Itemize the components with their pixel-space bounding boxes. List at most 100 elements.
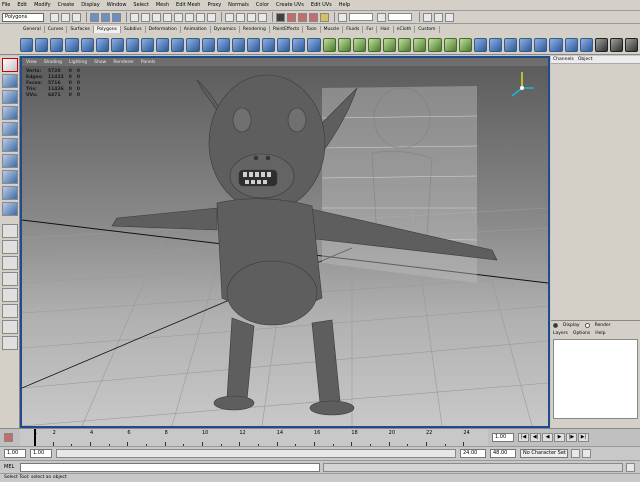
mask-surfaces-icon[interactable] — [163, 12, 172, 22]
menu-edit-uvs[interactable]: Edit UVs — [311, 2, 332, 8]
extrude-icon[interactable] — [322, 37, 336, 52]
scene-view[interactable] — [22, 58, 548, 426]
animation-preferences-icon[interactable] — [4, 433, 13, 442]
shelf-tab-general[interactable]: General — [20, 26, 45, 33]
channel-list[interactable] — [551, 64, 640, 320]
snap-plane-icon[interactable] — [258, 12, 267, 22]
two-pane-layout-icon[interactable] — [2, 304, 18, 318]
boolean-union-icon[interactable] — [277, 37, 291, 52]
shelf-tab-surfaces[interactable]: Surfaces — [67, 26, 94, 33]
auto-key-icon[interactable] — [571, 449, 580, 458]
animation-start-field[interactable]: 1.00 — [4, 449, 26, 458]
render-settings-icon[interactable] — [320, 12, 329, 22]
shelf-tab-deformation[interactable]: Deformation — [146, 26, 181, 33]
outliner-layout-icon[interactable] — [2, 336, 18, 350]
bridge-icon[interactable] — [337, 37, 351, 52]
current-time-marker[interactable] — [34, 429, 36, 447]
menu-select[interactable]: Select — [133, 2, 148, 8]
mask-rendering-icon[interactable] — [196, 12, 205, 22]
offset-edge-loop-icon[interactable] — [413, 37, 427, 52]
shelf-tab-hair[interactable]: Hair — [377, 26, 394, 33]
command-language-label[interactable]: MEL — [4, 464, 14, 470]
viewport-menu-panels[interactable]: Panels — [141, 60, 155, 65]
planar-mapping-icon[interactable] — [534, 37, 548, 52]
playback-end-field[interactable]: 24.00 — [460, 449, 486, 458]
step-forward-key-button[interactable]: |▶ — [566, 433, 577, 442]
poly-sphere-icon[interactable] — [20, 37, 34, 52]
input-mode-icon[interactable] — [338, 12, 347, 22]
viewport-canvas[interactable]: View Shading Lighting Show Renderer Panels Ve… — [22, 58, 548, 426]
select-tool-icon[interactable] — [2, 58, 18, 72]
uv-editor-icon[interactable] — [519, 37, 533, 52]
persp-outliner-layout-icon[interactable] — [2, 256, 18, 270]
poke-face-icon[interactable] — [428, 37, 442, 52]
shelf-tab-custom[interactable]: Custom — [415, 26, 440, 33]
viewport-menu-lighting[interactable]: Lighting — [69, 60, 87, 65]
menu-help[interactable]: Help — [339, 2, 350, 8]
mask-curves-icon[interactable] — [152, 12, 161, 22]
three-pane-layout-icon[interactable] — [2, 320, 18, 334]
new-scene-icon[interactable] — [50, 12, 59, 22]
poly-platonic-icon[interactable] — [186, 37, 200, 52]
poly-torus-icon[interactable] — [95, 37, 109, 52]
menu-normals[interactable]: Normals — [228, 2, 249, 8]
move-tool-icon[interactable] — [2, 106, 18, 120]
shelf-tab-dynamics[interactable]: Dynamics — [211, 26, 240, 33]
ipr-render-icon[interactable] — [309, 12, 318, 22]
menu-display[interactable]: Display — [81, 2, 99, 8]
select-hierarchy-icon[interactable] — [90, 12, 99, 22]
shelf-tab-fluids[interactable]: Fluids — [343, 26, 364, 33]
character-set-dropdown[interactable]: No Character Set — [520, 449, 568, 458]
poly-prism-icon[interactable] — [110, 37, 124, 52]
view-axis-gizmo[interactable] — [511, 72, 534, 97]
command-input[interactable] — [20, 462, 321, 472]
merge-vertices-icon[interactable] — [473, 37, 487, 52]
shelf-tab-rendering[interactable]: Rendering — [240, 26, 270, 33]
poly-plane-icon[interactable] — [80, 37, 94, 52]
mirror-geometry-icon[interactable] — [246, 37, 260, 52]
combine-icon[interactable] — [201, 37, 215, 52]
poly-pipe-icon[interactable] — [141, 37, 155, 52]
menu-create[interactable]: Create — [58, 2, 75, 8]
shelf-tab-subdivs[interactable]: Subdivs — [121, 26, 146, 33]
fill-hole-icon[interactable] — [367, 37, 381, 52]
viewport-menu-renderer[interactable]: Renderer — [113, 60, 134, 65]
smooth-icon[interactable] — [262, 37, 276, 52]
snap-grid-icon[interactable] — [225, 12, 234, 22]
animation-end-field[interactable]: 48.00 — [490, 449, 516, 458]
soft-modification-icon[interactable] — [2, 170, 18, 184]
hypershade-layout-icon[interactable] — [2, 288, 18, 302]
shelf-tab-painteffects[interactable]: PaintEffects — [270, 26, 304, 33]
delete-edge-icon[interactable] — [504, 37, 518, 52]
last-tool-used-icon[interactable] — [2, 202, 18, 216]
spherical-mapping-icon[interactable] — [564, 37, 578, 52]
go-to-start-button[interactable]: |◀ — [518, 433, 529, 442]
shelf-tab-muscle[interactable]: Muscle — [321, 26, 344, 33]
shelf-tab-curves[interactable]: Curves — [45, 26, 68, 33]
options-menu[interactable]: Options — [573, 331, 590, 336]
show-tool-settings-icon[interactable] — [434, 12, 443, 22]
four-view-layout-icon[interactable] — [2, 240, 18, 254]
poly-cube-icon[interactable] — [35, 37, 49, 52]
select-object-icon[interactable] — [101, 12, 110, 22]
viewport-menu-shading[interactable]: Shading — [44, 60, 62, 65]
menu-window[interactable]: Window — [107, 2, 127, 8]
separate-icon[interactable] — [216, 37, 230, 52]
universal-manipulator-icon[interactable] — [2, 154, 18, 168]
layer-list[interactable] — [553, 339, 638, 419]
shelf-tab-animation[interactable]: Animation — [181, 26, 211, 33]
append-polygon-icon[interactable] — [352, 37, 366, 52]
layers-menu[interactable]: Layers — [553, 331, 568, 336]
current-frame-field[interactable]: 1.00 — [492, 433, 514, 442]
perspective-viewport[interactable]: View Shading Lighting Show Renderer Panels Ve… — [20, 56, 550, 428]
boolean-intersection-icon[interactable] — [307, 37, 321, 52]
menu-edit-mesh[interactable]: Edit Mesh — [176, 2, 200, 8]
display-radio[interactable] — [553, 322, 558, 328]
menu-proxy[interactable]: Proxy — [207, 2, 221, 8]
snap-point-icon[interactable] — [247, 12, 256, 22]
cylindrical-mapping-icon[interactable] — [549, 37, 563, 52]
show-attribute-editor-icon[interactable] — [423, 12, 432, 22]
script-editor-icon[interactable] — [626, 462, 636, 472]
render-view-icon[interactable] — [287, 12, 296, 22]
poly-cone-icon[interactable] — [65, 37, 79, 52]
